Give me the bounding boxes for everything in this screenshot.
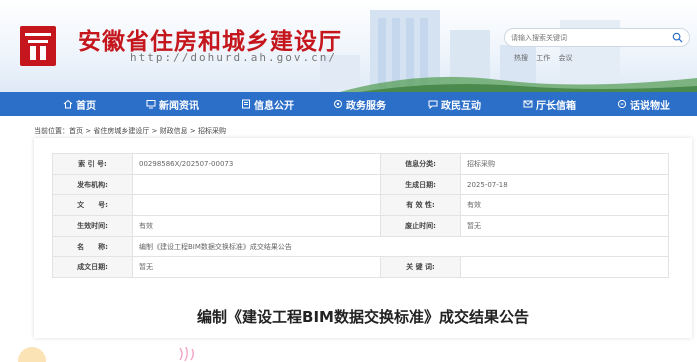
meta-label: 废止时间: <box>380 215 461 237</box>
meta-label: 文 号: <box>52 194 133 217</box>
meta-value: 002985​86X/202507-00073 <box>132 153 381 175</box>
meta-value: 编制《建设工程BIM数据交换标准》成交结果公告 <box>132 235 669 258</box>
nav-item-label: 话说物业 <box>630 100 670 112</box>
meta-label: 有 效 性: <box>380 194 461 217</box>
table-row: 生效时间: 有效 废止时间: 暂无 <box>52 215 669 237</box>
breadcrumb[interactable]: 当前位置：首页 > 省住房城乡建设厅 > 财政信息 > 招标采购 <box>34 126 226 136</box>
meta-value: 2025-07-18 <box>460 173 669 196</box>
site-logo[interactable] <box>20 26 56 66</box>
meta-label: 关 键 词: <box>380 256 461 279</box>
document-icon <box>242 99 250 109</box>
meta-value <box>460 256 669 279</box>
nav-item-home[interactable]: 首页 <box>63 92 96 116</box>
meta-value: 暂无 <box>460 215 669 237</box>
article-title: 编制《建设工程BIM数据交换标准》成交结果公告 <box>197 308 529 326</box>
table-row: 成文日期: 暂无 关 键 词: <box>52 256 669 279</box>
nav-item-gov-service[interactable]: 政务服务 <box>333 92 386 116</box>
meta-value: 有效 <box>132 215 381 237</box>
hot-word-link[interactable]: 会议 <box>558 54 572 62</box>
meta-label: 信息分类: <box>380 153 461 175</box>
table-row: 发布机构: 生成日期: 2025-07-18 <box>52 173 669 196</box>
flower-decoration <box>179 346 194 362</box>
meta-value: 招标采购 <box>460 153 669 175</box>
meta-label: 名 称: <box>52 235 133 258</box>
nav-item-mailbox[interactable]: 厅长信箱 <box>523 92 576 116</box>
talk-icon <box>617 99 627 109</box>
nav-item-interaction[interactable]: 政民互动 <box>428 92 481 116</box>
meta-label: 发布机构: <box>52 173 133 196</box>
nav-item-label: 信息公开 <box>254 100 294 112</box>
hot-word-link[interactable]: 工作 <box>536 54 550 62</box>
nav-item-news[interactable]: 新闻资讯 <box>146 92 199 116</box>
nav-item-label: 政务服务 <box>346 100 386 112</box>
table-row: 文 号: 有 效 性: 有效 <box>52 194 669 217</box>
monitor-icon <box>146 100 156 109</box>
article-meta-table: 索 引 号: 002985​86X/202507-00073 信息分类: 招标采… <box>52 153 669 279</box>
nav-item-info-public[interactable]: 信息公开 <box>241 92 294 116</box>
article-panel: 索 引 号: 002985​86X/202507-00073 信息分类: 招标采… <box>34 138 692 338</box>
search-input[interactable] <box>511 31 661 44</box>
table-row: 索 引 号: 002985​86X/202507-00073 信息分类: 招标采… <box>52 153 669 175</box>
meta-label: 生成日期: <box>380 173 461 196</box>
meta-label: 索 引 号: <box>52 153 133 175</box>
mail-icon <box>523 100 533 108</box>
meta-value: 有效 <box>460 194 669 217</box>
table-row: 名 称: 编制《建设工程BIM数据交换标准》成交结果公告 <box>52 235 669 258</box>
main-nav: 首页 新闻资讯 信息公开 政务服务 政民互动 厅长信箱 话说物业 <box>0 92 697 116</box>
search-box <box>504 28 690 47</box>
site-url: http://dohurd.ah.gov.cn/ <box>130 51 337 64</box>
nav-item-label: 首页 <box>76 100 96 112</box>
hot-label: 热搜 <box>514 54 528 62</box>
meta-label: 生效时间: <box>52 215 133 237</box>
nav-item-label: 厅长信箱 <box>536 100 576 112</box>
chat-icon <box>428 100 438 109</box>
home-icon <box>63 99 73 109</box>
meta-value <box>132 173 381 196</box>
floating-button[interactable] <box>18 347 46 362</box>
nav-item-label: 政民互动 <box>441 100 481 112</box>
service-icon <box>334 100 342 108</box>
site-header: 安徽省住房和城乡建设厅 http://dohurd.ah.gov.cn/ 热搜 … <box>0 0 697 92</box>
nav-item-label: 新闻资讯 <box>159 100 199 112</box>
meta-label: 成文日期: <box>52 256 133 279</box>
nav-item-property[interactable]: 话说物业 <box>617 92 670 116</box>
meta-value <box>132 194 381 217</box>
hot-words: 热搜 工作 会议 <box>514 53 578 63</box>
search-icon[interactable] <box>672 32 683 43</box>
meta-value: 暂无 <box>132 256 381 279</box>
